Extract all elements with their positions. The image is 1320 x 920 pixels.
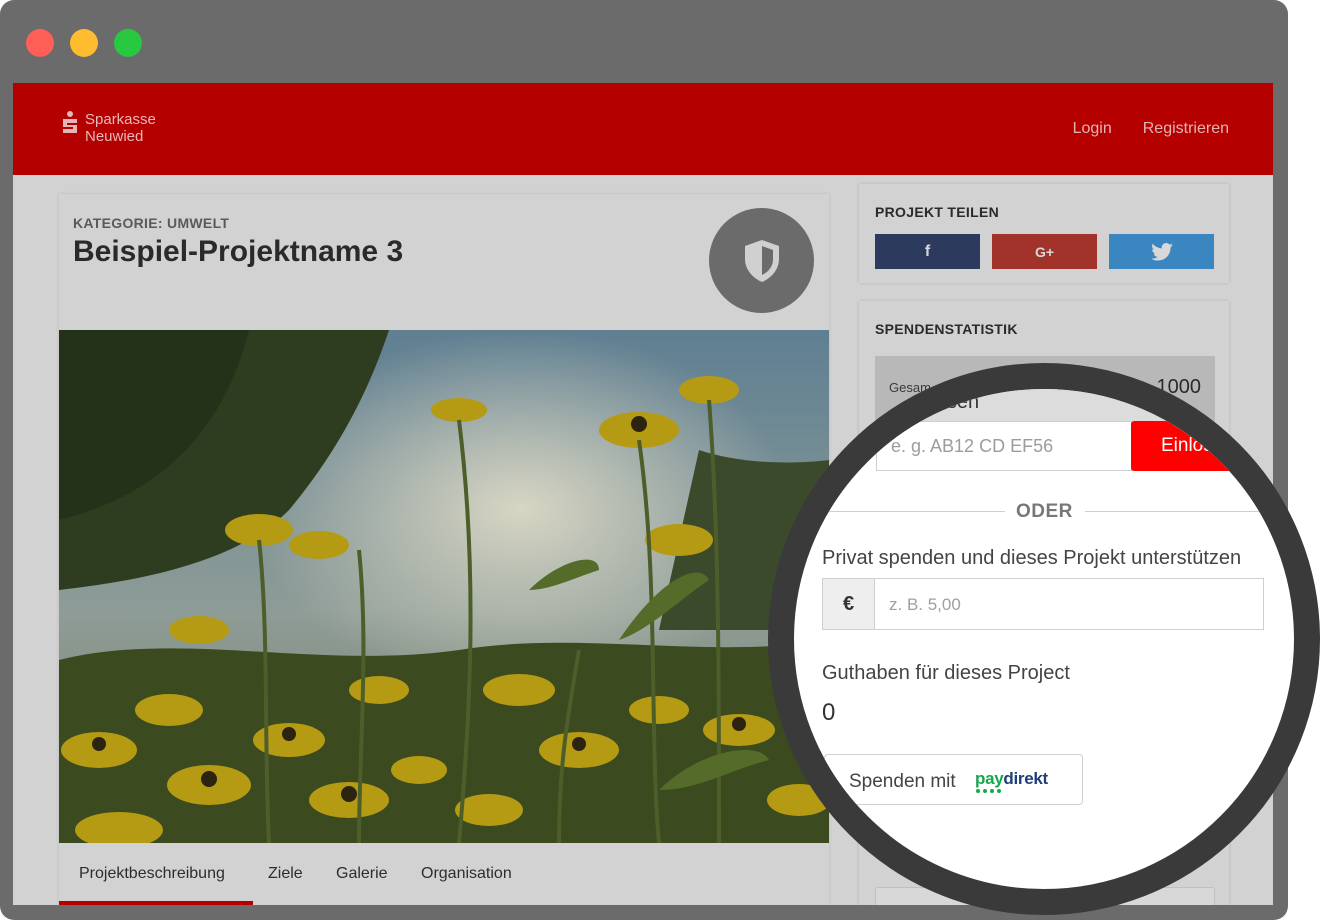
window-minimize-button[interactable] <box>70 29 98 57</box>
paydirekt-logo-pay: pay <box>975 769 1004 788</box>
project-balance-value: 0 <box>822 699 836 726</box>
tab-organisation[interactable]: Organisation <box>421 865 512 883</box>
paydirekt-donate-button[interactable]: Spenden mit paydirekt <box>824 754 1083 805</box>
twitter-share-button[interactable] <box>1109 234 1214 269</box>
google-plus-share-button[interactable]: G+ <box>992 234 1097 269</box>
sparkasse-s-icon <box>61 111 79 137</box>
active-tab-indicator <box>59 901 253 905</box>
facebook-icon: f <box>924 242 931 260</box>
login-link[interactable]: Login <box>1073 120 1112 138</box>
project-balance-label: Guthaben für dieses Project <box>822 662 1070 684</box>
paydirekt-dots-icon <box>976 789 1001 793</box>
tab-galerie[interactable]: Galerie <box>336 865 388 883</box>
brand-line-2: Neuwied <box>85 128 144 145</box>
project-badge <box>709 208 814 313</box>
magnifier-lens: Gesam 1000 e einlösen e. g. AB12 CD EF56… <box>768 363 1320 915</box>
amount-placeholder: z. B. 5,00 <box>889 595 961 614</box>
private-donation-heading: Privat spenden und dieses Projekt unters… <box>822 547 1242 569</box>
window-close-button[interactable] <box>26 29 54 57</box>
header-nav: Login Registrieren <box>1073 120 1229 138</box>
tab-projektbeschreibung[interactable]: Projektbeschreibung <box>79 865 225 883</box>
euro-currency-addon: € <box>823 579 875 629</box>
voucher-heading: e einlösen <box>888 391 980 413</box>
or-separator: ODER <box>1016 501 1073 522</box>
redeem-label: Einlös <box>1161 435 1213 456</box>
paydirekt-logo-direkt: direkt <box>1003 769 1048 788</box>
project-photo <box>59 330 829 843</box>
paydirekt-logo: paydirekt <box>975 769 1048 789</box>
brand-line-1: Sparkasse <box>85 111 156 128</box>
stats-heading: SPENDENSTATISTIK <box>875 321 1018 337</box>
voucher-code-input[interactable]: e. g. AB12 CD EF56 <box>876 421 1132 471</box>
divider-right <box>1085 511 1275 512</box>
voucher-placeholder: e. g. AB12 CD EF56 <box>891 436 1054 456</box>
page-title: Beispiel-Projektname 3 <box>73 235 404 268</box>
magnified-donation-panel: Gesam 1000 e einlösen e. g. AB12 CD EF56… <box>794 389 1294 889</box>
tab-ziele[interactable]: Ziele <box>268 865 303 883</box>
sparkasse-logo[interactable]: Sparkasse Neuwied <box>61 111 156 145</box>
google-plus-icon: G+ <box>1034 243 1055 260</box>
facebook-share-button[interactable]: f <box>875 234 980 269</box>
project-card: KATEGORIE: UMWELT Beispiel-Projektname 3 <box>59 194 829 905</box>
window-maximize-button[interactable] <box>114 29 142 57</box>
project-category: KATEGORIE: UMWELT <box>73 215 230 231</box>
donation-amount-input[interactable]: € z. B. 5,00 <box>822 578 1264 630</box>
shield-icon <box>744 239 779 282</box>
share-card: PROJEKT TEILEN f G+ <box>859 184 1229 283</box>
site-header: Sparkasse Neuwied Login Registrieren <box>13 83 1273 175</box>
twitter-icon <box>1150 242 1173 261</box>
redeem-button[interactable]: Einlös <box>1131 421 1281 471</box>
project-tabs: Projektbeschreibung Ziele Galerie Organi… <box>59 843 829 905</box>
paydirekt-button-label: Spenden mit <box>849 771 956 792</box>
share-heading: PROJEKT TEILEN <box>875 204 999 220</box>
brand-name: Sparkasse Neuwied <box>85 111 156 145</box>
register-link[interactable]: Registrieren <box>1143 120 1229 138</box>
divider-left <box>820 511 1005 512</box>
